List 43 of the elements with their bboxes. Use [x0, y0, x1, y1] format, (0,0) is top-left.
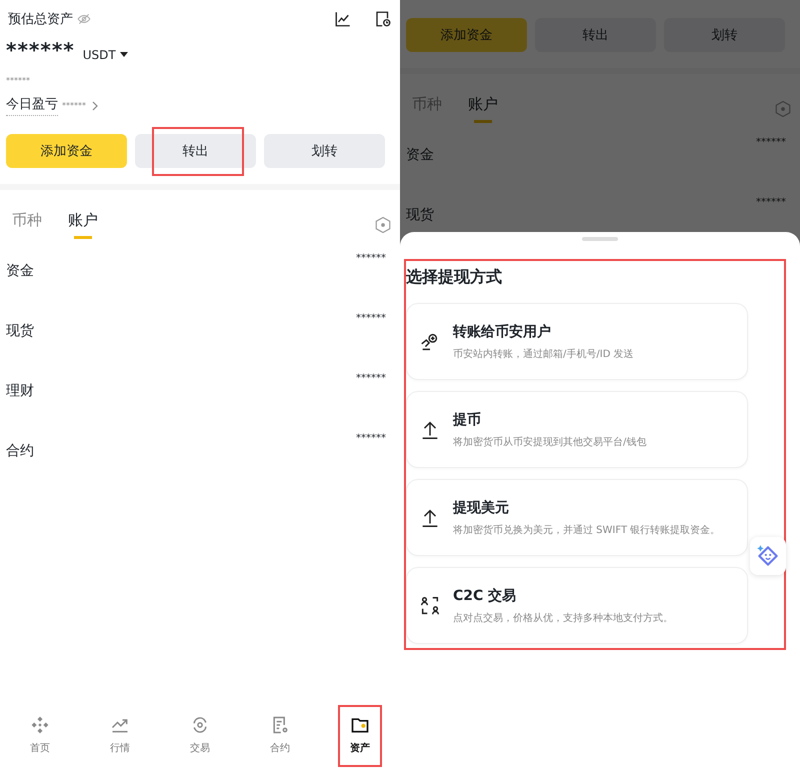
nav-item[interactable]: 交易 — [182, 711, 218, 759]
sheet-title: 选择提现方式 — [406, 266, 503, 288]
balance-value: ****** — [6, 38, 75, 62]
currency-selector[interactable]: USDT — [82, 48, 128, 62]
account-value: ****** — [756, 197, 786, 208]
account-name: 资金 — [6, 262, 34, 280]
withdraw-option[interactable]: 提现美元 将加密货币兑换为美元，并通过 SWIFT 银行转账提取资金。 — [406, 479, 748, 556]
eye-off-icon[interactable] — [77, 12, 91, 26]
sub-balance: ****** — [6, 76, 30, 85]
account-value: ****** — [756, 137, 786, 148]
account-name: 现货 — [406, 206, 434, 224]
caret-icon[interactable] — [120, 52, 128, 58]
account-name: 合约 — [6, 442, 34, 460]
action-button[interactable]: 划转 — [264, 134, 385, 168]
pnl-label[interactable]: 今日盈亏 — [6, 95, 58, 116]
chevron-icon[interactable] — [90, 100, 100, 110]
hexagon-icon[interactable] — [774, 100, 792, 118]
account-name: 现货 — [6, 322, 34, 340]
chart-icon[interactable] — [334, 10, 352, 28]
account-value: ****** — [356, 313, 386, 324]
account-name: 理财 — [6, 382, 34, 400]
hexagon-icon[interactable] — [374, 216, 392, 234]
tab[interactable]: 账户 — [62, 210, 104, 239]
withdraw-option[interactable]: C2C 交易 点对点交易，价格从优，支持多种本地支付方式。 — [406, 567, 748, 644]
add-funds-button[interactable]: 添加资金 — [6, 134, 127, 168]
account-value: ****** — [356, 373, 386, 384]
balance-title: 预估总资产 — [8, 11, 73, 28]
pnl-value: ****** — [62, 101, 86, 110]
assistant-button[interactable] — [750, 537, 786, 575]
withdraw-option[interactable]: 提币 将加密货币从币安提现到其他交易平台/钱包 — [406, 391, 748, 468]
withdraw-option[interactable]: 转账给币安用户 币安站内转账，通过邮箱/手机号/ID 发送 — [406, 303, 748, 380]
history-icon[interactable] — [374, 10, 392, 28]
nav-item[interactable]: 资产 — [342, 711, 378, 759]
account-name: 资金 — [406, 146, 434, 164]
account-value: ****** — [356, 253, 386, 264]
people-icon — [419, 594, 441, 616]
tab[interactable]: 币种 — [6, 210, 48, 239]
diamond-icon — [30, 715, 50, 735]
nav-item[interactable]: 行情 — [102, 711, 138, 759]
account-value: ****** — [356, 433, 386, 444]
nav-item[interactable]: 合约 — [262, 711, 298, 759]
action-button[interactable]: 转出 — [135, 134, 256, 168]
nav-item[interactable]: 首页 — [22, 711, 58, 759]
